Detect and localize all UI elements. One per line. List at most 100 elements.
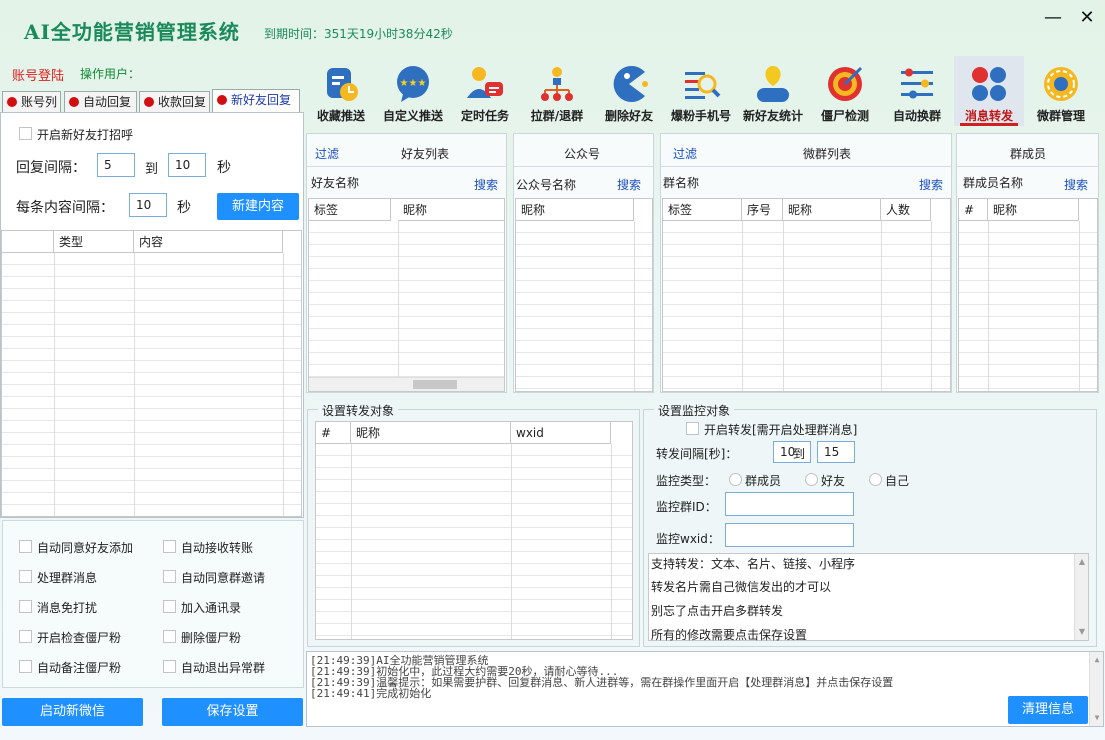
login-status[interactable]: 账号登陆 xyxy=(12,65,64,84)
horizontal-scrollbar[interactable] xyxy=(309,377,504,391)
column-header[interactable]: 内容 xyxy=(134,231,283,253)
reply-interval-label: 回复间隔： xyxy=(16,160,86,176)
delete-zombie-checkbox[interactable]: 删除僵尸粉 xyxy=(163,629,241,646)
column-divider xyxy=(1079,221,1080,391)
column-header[interactable]: 昵称 xyxy=(783,199,881,221)
scroll-down-icon[interactable]: ▼ xyxy=(1092,713,1102,723)
tool-favorite-push[interactable]: 收藏推送 xyxy=(306,56,376,126)
auto-exit-abnormal-group-checkbox[interactable]: 自动退出异常群 xyxy=(163,659,265,676)
add-to-contacts-checkbox[interactable]: 加入通讯录 xyxy=(163,599,241,616)
monitor-type-member-radio[interactable]: 群成员 xyxy=(729,472,781,489)
members-table[interactable]: # 昵称 xyxy=(958,198,1098,392)
monitor-wxid-input[interactable] xyxy=(725,523,854,547)
scroll-down-icon[interactable]: ▼ xyxy=(1077,627,1087,637)
tool-custom-push[interactable]: ★★★ 自定义推送 xyxy=(378,56,448,126)
minimize-button[interactable]: — xyxy=(1042,8,1064,30)
tool-new-friend-stats[interactable]: 新好友统计 xyxy=(738,56,808,126)
app-title: AI全功能营销管理系统 xyxy=(24,20,240,44)
table-body xyxy=(959,221,1097,391)
forward-to-text: 到 xyxy=(793,447,806,461)
log-console[interactable]: [21:49:39]AI全功能营销管理系统 [21:49:39]初始化中，此过程… xyxy=(306,651,1104,727)
column-header[interactable]: wxid xyxy=(511,422,611,444)
column-header[interactable]: 人数 xyxy=(881,199,931,221)
official-search-button[interactable]: 搜索 xyxy=(617,176,641,193)
reply-interval-from-input[interactable]: 5 xyxy=(97,153,135,177)
tool-auto-switch-group[interactable]: 自动换群 xyxy=(882,56,952,126)
do-not-disturb-checkbox[interactable]: 消息免打扰 xyxy=(19,599,97,616)
new-content-button[interactable]: 新建内容 xyxy=(217,193,299,220)
groups-panel: 过滤 微群列表 群名称 搜索 标签 序号 昵称 人数 xyxy=(660,133,952,393)
tool-zombie-detect[interactable]: 僵尸检测 xyxy=(810,56,880,126)
column-divider xyxy=(351,444,352,639)
tool-phone-search[interactable]: 爆粉手机号 xyxy=(666,56,736,126)
members-search-button[interactable]: 搜索 xyxy=(1064,176,1088,193)
friends-table[interactable]: 标签 昵称 xyxy=(308,198,505,392)
column-header[interactable]: 类型 xyxy=(54,231,134,253)
info-line: 转发名片需自己微信发出的才可以 xyxy=(651,580,832,594)
vertical-scrollbar[interactable]: ▲ ▼ xyxy=(1074,554,1088,640)
clear-info-button[interactable]: 清理信息 xyxy=(1008,696,1088,724)
forward-interval-from-input[interactable]: 10 xyxy=(773,441,811,463)
forward-target-table[interactable]: # 昵称 wxid xyxy=(315,421,633,640)
content-interval-input[interactable]: 10 xyxy=(129,193,167,217)
groups-search-button[interactable]: 搜索 xyxy=(919,176,943,193)
reply-interval-to-input[interactable]: 10 xyxy=(168,153,206,177)
column-header[interactable]: 昵称 xyxy=(398,199,504,221)
scroll-up-icon[interactable]: ▲ xyxy=(1077,557,1087,567)
tool-label: 自定义推送 xyxy=(382,109,443,123)
handle-group-message-checkbox[interactable]: 处理群消息 xyxy=(19,569,97,586)
table-body xyxy=(309,221,504,377)
tool-group-manage[interactable]: 微群管理 xyxy=(1026,56,1096,126)
tab-payment-reply[interactable]: 收款回复 xyxy=(139,91,210,113)
column-header[interactable]: # xyxy=(959,199,988,221)
friends-filter-link[interactable]: 过滤 xyxy=(315,145,339,162)
column-header[interactable]: 序号 xyxy=(742,199,783,221)
groups-filter-link[interactable]: 过滤 xyxy=(673,145,697,162)
divider xyxy=(307,166,506,167)
remark-zombie-checkbox[interactable]: 自动备注僵尸粉 xyxy=(19,659,121,676)
column-header[interactable]: 昵称 xyxy=(516,199,634,221)
reply-content-table[interactable]: 类型 内容 xyxy=(1,230,302,517)
message-forward-icon xyxy=(972,67,1006,101)
column-header[interactable] xyxy=(2,231,54,253)
monitor-type-friend-radio[interactable]: 好友 xyxy=(805,472,845,489)
friends-search-button[interactable]: 搜索 xyxy=(474,176,498,193)
column-header[interactable]: 昵称 xyxy=(351,422,511,444)
auto-accept-group-invite-checkbox[interactable]: 自动同意群邀请 xyxy=(163,569,265,586)
scheduled-task-icon xyxy=(467,67,503,98)
auto-receive-transfer-checkbox[interactable]: 自动接收转账 xyxy=(163,539,253,556)
groups-table[interactable]: 标签 序号 昵称 人数 xyxy=(662,198,951,392)
tool-delete-friend[interactable]: 删除好友 xyxy=(594,56,664,126)
tab-auto-reply[interactable]: 自动回复 xyxy=(64,91,137,113)
vertical-scrollbar[interactable]: ▲ ▼ xyxy=(1089,652,1103,726)
forward-interval-to-input[interactable]: 15 xyxy=(817,441,855,463)
close-button[interactable]: ✕ xyxy=(1076,8,1098,30)
scroll-thumb[interactable] xyxy=(413,380,457,389)
monitor-group-id-input[interactable] xyxy=(725,492,854,516)
checkbox-icon xyxy=(163,570,176,583)
tool-scheduled-task[interactable]: 定时任务 xyxy=(450,56,520,126)
checkbox-label: 开启新好友打招呼 xyxy=(37,128,134,142)
column-header[interactable]: 昵称 xyxy=(988,199,1079,221)
tab-label: 收款回复 xyxy=(158,95,207,109)
official-table[interactable]: 昵称 xyxy=(515,198,653,392)
start-wechat-button[interactable]: 启动新微信 xyxy=(2,698,143,726)
auto-accept-friend-checkbox[interactable]: 自动同意好友添加 xyxy=(19,539,133,556)
save-settings-button[interactable]: 保存设置 xyxy=(162,698,303,726)
column-header[interactable]: 标签 xyxy=(663,199,742,221)
custom-push-icon: ★★★ xyxy=(397,66,429,102)
monitor-type-self-radio[interactable]: 自己 xyxy=(869,472,909,489)
enable-greeting-checkbox[interactable]: 开启新好友打招呼 xyxy=(19,126,133,143)
tab-label: 新好友回复 xyxy=(231,93,292,107)
tool-group-join[interactable]: 拉群/退群 xyxy=(522,56,592,126)
tab-new-friend-reply[interactable]: 新好友回复 xyxy=(212,89,300,113)
scroll-up-icon[interactable]: ▲ xyxy=(1092,655,1102,665)
column-header[interactable]: 标签 xyxy=(309,199,391,221)
info-line: 支持转发：文本、名片、链接、小程序 xyxy=(651,557,856,571)
check-zombie-checkbox[interactable]: 开启检查僵尸粉 xyxy=(19,629,121,646)
tool-message-forward[interactable]: 消息转发 xyxy=(954,56,1024,126)
tab-account-list[interactable]: 账号列 xyxy=(2,91,61,113)
column-header[interactable]: # xyxy=(316,422,351,444)
enable-forward-checkbox[interactable]: 开启转发[需开启处理群消息] xyxy=(686,421,857,438)
forward-info-box[interactable]: 支持转发：文本、名片、链接、小程序 转发名片需自己微信发出的才可以 别忘了点击开… xyxy=(648,553,1089,642)
